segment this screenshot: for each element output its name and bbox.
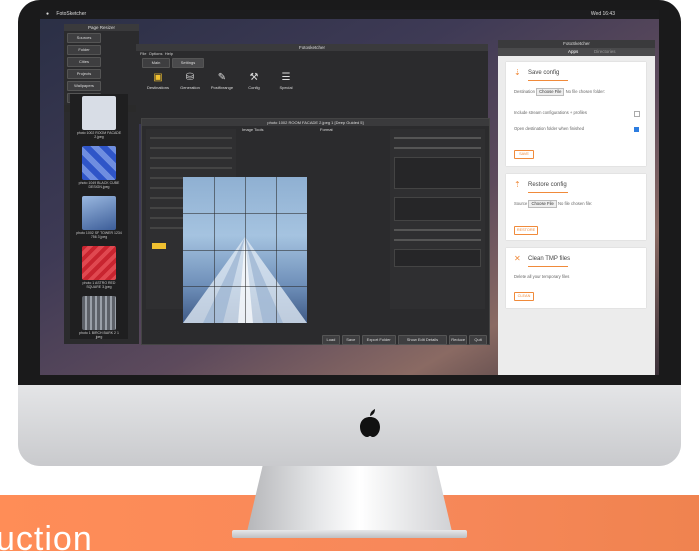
left-tab-2[interactable]: Cities [67,57,101,67]
desktop-screen: ● FotoSketcher Wed 16:43 Page Resizer So… [40,10,659,375]
title-underline [528,192,568,193]
close-icon: ✕ [514,254,521,263]
right-settings-panel: ⇣ Save config Destination Choose File No… [498,56,655,375]
upload-icon: ⇡ [514,180,521,189]
restore-button[interactable]: RESTORE [514,226,538,235]
clean-button[interactable]: CLEAN [514,292,534,301]
save-config-title: Save config [528,70,560,76]
show-edit-details-button[interactable]: Show Edit Details [397,335,448,345]
database-icon: ⛁ [185,72,195,83]
source-label: Source [514,201,528,206]
left-tab-0[interactable]: Sources [67,33,101,43]
restore-source-row: Source Choose File No file chosen file: [514,200,639,208]
right-panel-title: FotoSketcher [498,40,655,48]
apple-logo-icon [360,409,380,437]
include-option-label: Include stream configurations + profiles [514,110,587,115]
apply-button[interactable] [152,243,166,249]
no-file-label: No file chosen [557,201,585,206]
tab-apps[interactable]: Apps [568,48,578,56]
clean-tmp-title: Clean TMP files [528,256,571,262]
left-tab-1[interactable]: Folder [67,45,101,55]
tool-special[interactable]: ☰ Special [272,72,300,102]
tool-generation[interactable]: ⛁ Generation [176,72,204,102]
preview-image[interactable] [183,177,307,323]
choose-file-button[interactable]: Choose File [536,88,565,96]
editor-bottom-buttons: Load Save Export Folder Show Edit Detail… [322,335,488,345]
thumbnail-list: photo 1002 ROOM FACADE 2.jpeg photo 1049… [70,94,128,339]
destination-label: Destination [514,89,535,94]
monitor-stand [246,466,453,536]
load-button[interactable]: Load [322,335,340,345]
include-checkbox[interactable] [634,111,640,117]
left-panel-title: Page Resizer [64,24,139,31]
main-window-title: Fotosketcher [136,44,488,51]
clean-description: Delete all your temporary files [514,274,570,279]
banner-text: uction [0,520,93,558]
thumbnail-caption: photo 1002 SF TOWER 1234 756 3 jpeg [76,231,122,239]
list-icon: ☰ [281,72,291,83]
tools-icon: ⚒ [249,72,259,83]
right-panel-tabs: Apps Directories [498,48,655,56]
editor-right-controls [390,129,485,309]
clean-tmp-card: ✕ Clean TMP files Delete all your tempor… [506,248,646,308]
menu-options[interactable]: Options [149,51,163,56]
save-config-card: ⇣ Save config Destination Choose File No… [506,62,646,166]
tool-postfixrange[interactable]: ✎ Postfixrange [208,72,236,102]
apple-menu-icon[interactable]: ● [46,11,49,17]
tab-main[interactable]: Main [142,58,170,68]
download-icon: ⇣ [514,68,521,77]
thumbnail-caption: photo 1002 ROOM FACADE 2.jpeg [76,131,122,139]
choose-file-button[interactable]: Choose File [528,200,557,208]
briefcase-icon: ▣ [153,72,163,83]
open-folder-option-label: Open destination folder when finished [514,126,585,131]
file-label: file: [585,201,593,206]
open-folder-checkbox[interactable] [634,127,639,132]
restore-config-card: ⇡ Restore config Source Choose File No f… [506,174,646,240]
thumbnail-caption: photo 1 BIRCH BARK 2 1 jpeg [79,331,119,339]
tool-destinations[interactable]: ▣ Destinations [144,72,172,102]
menubar-app-name[interactable]: FotoSketcher [56,11,86,17]
left-tab-4[interactable]: Wallpapers [67,81,101,91]
thumbnail-1[interactable] [82,146,116,180]
tool-config[interactable]: ⚒ Config [240,72,268,102]
image-tools-label: Image Tools [242,127,264,132]
left-tab-3[interactable]: Projects [67,69,101,79]
quit-button[interactable]: Quit [469,335,488,345]
system-menubar: ● FotoSketcher Wed 16:43 [40,10,659,19]
save-destination-row: Destination Choose File No file chosen f… [514,88,639,96]
main-window: Fotosketcher File Options Help Main Sett… [136,44,488,124]
format-label: Format [320,127,333,132]
reduce-button[interactable]: Reduce [449,335,468,345]
thumbnail-0[interactable] [82,96,116,130]
thumbnail-2[interactable] [82,196,116,230]
thumbnail-caption: photo 1 ASTRO RED SQUARE 3.jpeg [82,281,116,289]
wrench-icon: ✎ [217,72,227,83]
export-folder-button[interactable]: Export Folder [361,335,396,345]
editor-window-title: photo 1002 ROOM FACADE 2.jpeg 1 [Deep Gu… [142,119,489,126]
menu-help[interactable]: Help [165,51,173,56]
save-button[interactable]: Save [341,335,360,345]
tab-settings[interactable]: Settings [172,58,204,68]
thumbnail-caption: photo 1049 BLACK CUBE DESIGN.jpeg [78,181,120,189]
thumbnail-4[interactable] [82,296,116,330]
monitor-stand-base [232,530,467,538]
title-underline [528,80,568,81]
no-file-label: No file chosen [565,89,593,94]
left-browser-panel: Page Resizer Sources Folder Cities Proje… [64,24,139,344]
menubar-clock: Wed 16:43 [590,11,615,17]
folder-label: folder: [593,89,606,94]
thumbnail-3[interactable] [82,246,116,280]
monitor-chin [18,385,681,466]
restore-config-title: Restore config [528,182,567,188]
title-underline [528,266,568,267]
save-button[interactable]: SAVE [514,150,534,159]
tab-directories[interactable]: Directories [594,48,616,56]
menu-file[interactable]: File [140,51,146,56]
